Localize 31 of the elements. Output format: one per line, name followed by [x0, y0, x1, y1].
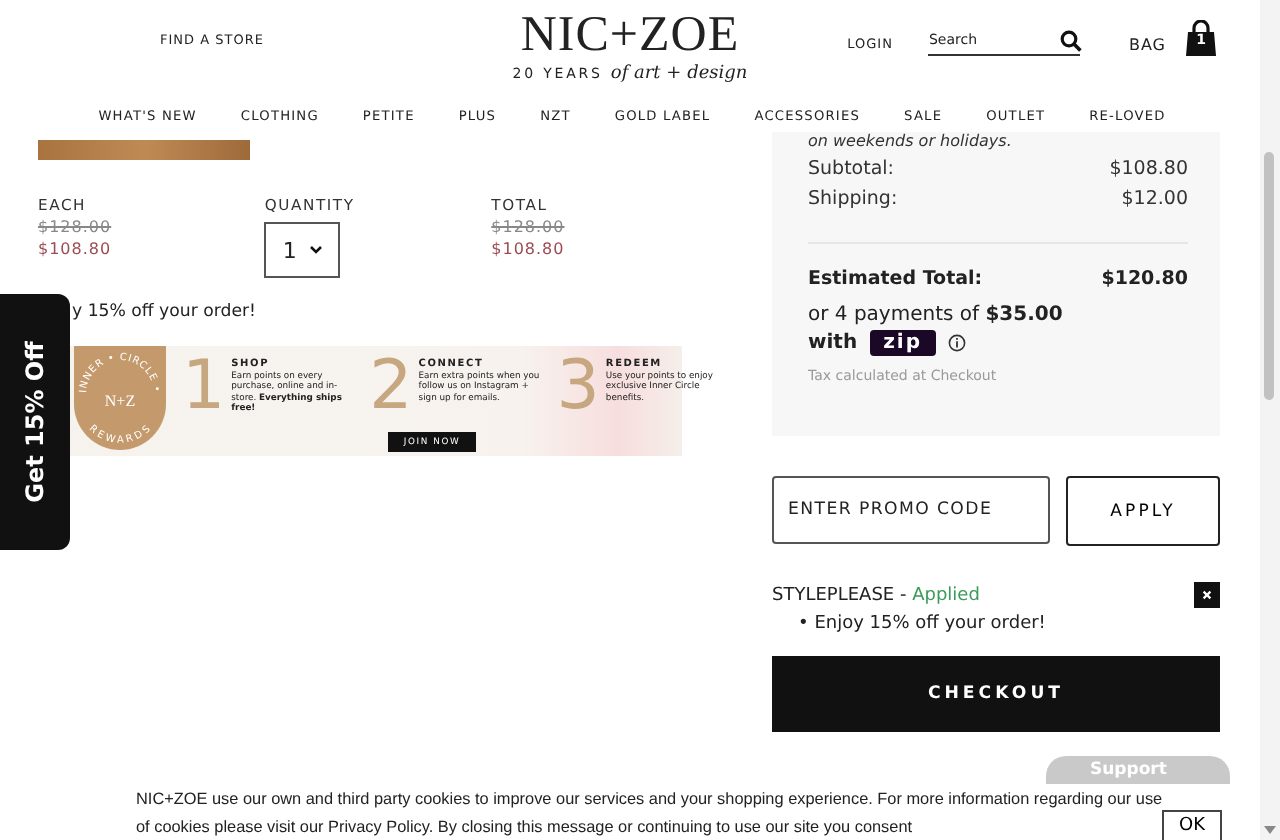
brand-logo[interactable]: NIC+ZOE	[520, 10, 740, 60]
step-number: 3	[556, 352, 600, 420]
with-text: with	[808, 332, 858, 354]
promo-benefit: • Enjoy 15% off your order!	[798, 614, 1048, 634]
summary-label: Subtotal:	[808, 158, 895, 180]
original-price: $128.00	[38, 218, 114, 236]
badge-monogram: N+Z	[104, 392, 136, 410]
promo-note: y 15% off your order!	[72, 302, 258, 322]
installments-text: or 4 payments of $35.00	[808, 304, 1065, 326]
zip-logo: zip	[869, 330, 936, 356]
summary-value: $12.00	[1121, 188, 1188, 210]
summary-label: Shipping:	[808, 188, 898, 210]
cookie-text: NIC+ZOE use our own and third party cookies to improve our services and your shopping experience. For more information regarding our use of cookies please visit our Privacy Policy. By closing this message or continuing to use our site you consent	[136, 788, 1165, 840]
total-value: $120.80	[1101, 268, 1188, 290]
apply-button[interactable]: APPLY	[1066, 476, 1220, 546]
total-label: Estimated Total:	[808, 268, 983, 290]
sale-price: $108.80	[38, 240, 114, 258]
promo-code-field[interactable]: ENTER PROMO CODE	[772, 476, 1050, 544]
step-number: 2	[369, 352, 413, 420]
checkout-button[interactable]: CHECKOUT	[772, 656, 1220, 732]
summary-value: $108.80	[1109, 158, 1188, 180]
discount-tab[interactable]: Get 15% Off	[0, 294, 70, 550]
logo-tagline-script: of art + design	[610, 64, 748, 84]
applied-promo-code: STYLEPLEASE - Applied	[772, 585, 980, 605]
sale-price: $108.80	[491, 240, 567, 258]
shipping-note: on weekends or holidays.	[808, 132, 1014, 150]
step-number: 1	[182, 352, 226, 420]
original-price: $128.00	[491, 218, 567, 236]
quantity-select[interactable]: 1	[264, 222, 341, 278]
bag-link[interactable]: BAG	[1128, 35, 1166, 53]
ok-button[interactable]: OK	[1162, 810, 1222, 840]
